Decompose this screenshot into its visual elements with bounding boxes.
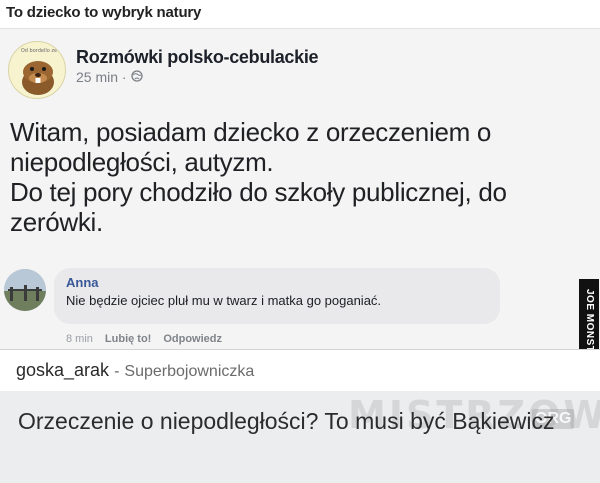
comment-avatar[interactable] — [4, 269, 46, 311]
post-body-line: zerówki. — [10, 207, 103, 237]
post-meta: 25 min · — [76, 69, 318, 85]
post-header-text: Rozmówki polsko-cebulackie 25 min · — [76, 47, 319, 85]
reply-separator: - — [114, 363, 120, 380]
reply-username[interactable]: goska_arak — [16, 360, 109, 380]
facebook-post-screenshot: Od bordello ze Rozmówki polsko-cebulacki… — [0, 28, 600, 350]
comment-author[interactable]: Anna — [66, 275, 488, 290]
post-body-line: Do tej pory chodziło do szkoły publiczne… — [10, 177, 507, 207]
post-body: Witam, posiadam dziecko z orzeczeniem o … — [10, 117, 580, 237]
page-avatar[interactable]: Od bordello ze — [8, 41, 66, 99]
reply-body: MISTRZOWIE ORG Orzeczenie o niepodległoś… — [0, 391, 600, 483]
comment-time[interactable]: 8 min — [66, 333, 93, 345]
page-name[interactable]: Rozmówki polsko-cebulackie — [76, 47, 319, 68]
comment-text: Nie będzie ojciec pluł mu w twarz i matk… — [66, 293, 382, 308]
reply-button[interactable]: Odpowiedz — [163, 333, 222, 345]
reply-header: goska_arak - Superbojowniczka — [16, 360, 254, 381]
comment-bubble: Anna Nie będzie ojciec pluł mu w twarz i… — [54, 268, 500, 324]
like-button[interactable]: Lubię to! — [105, 333, 151, 345]
globe-icon — [130, 69, 143, 85]
post-header: Od bordello ze Rozmówki polsko-cebulacki… — [8, 41, 319, 99]
reply-rank: Superbojowniczka — [124, 363, 255, 380]
post-body-line: niepodległości, autyzm. — [10, 147, 274, 177]
meme-title: To dziecko to wybryk natury — [6, 4, 202, 21]
avatar-caption: Od bordello ze — [20, 48, 58, 54]
post-time[interactable]: 25 min · — [76, 69, 127, 85]
joe-monster-watermark: JOE MONSTER — [579, 279, 599, 349]
reply-text: Orzeczenie o niepodległości? To musi być… — [18, 408, 555, 434]
post-body-line: Witam, posiadam dziecko z orzeczeniem o — [10, 117, 492, 147]
comment-actions: 8 min Lubię to! Odpowiedz — [66, 333, 222, 345]
